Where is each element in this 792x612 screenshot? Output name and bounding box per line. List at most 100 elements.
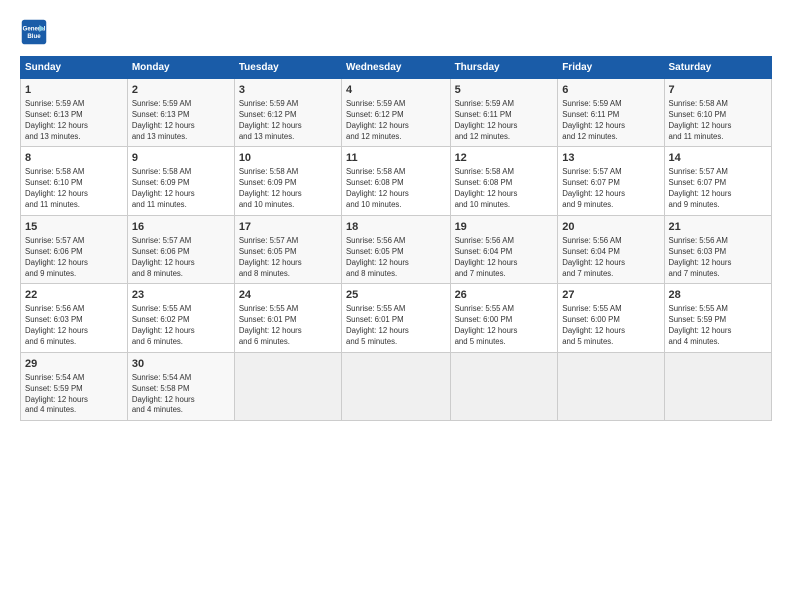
- calendar-cell: 17Sunrise: 5:57 AM Sunset: 6:05 PM Dayli…: [234, 215, 341, 283]
- calendar-cell: 7Sunrise: 5:58 AM Sunset: 6:10 PM Daylig…: [664, 79, 771, 147]
- day-number: 3: [239, 83, 337, 98]
- calendar-cell: 29Sunrise: 5:54 AM Sunset: 5:59 PM Dayli…: [21, 352, 128, 420]
- day-info: Sunrise: 5:55 AM Sunset: 6:01 PM Dayligh…: [239, 304, 337, 348]
- day-number: 14: [669, 151, 767, 166]
- logo-icon: General Blue: [20, 18, 48, 46]
- calendar-cell: 26Sunrise: 5:55 AM Sunset: 6:00 PM Dayli…: [450, 284, 558, 352]
- day-info: Sunrise: 5:59 AM Sunset: 6:11 PM Dayligh…: [455, 99, 554, 143]
- day-number: 13: [562, 151, 659, 166]
- day-info: Sunrise: 5:59 AM Sunset: 6:13 PM Dayligh…: [25, 99, 123, 143]
- day-number: 6: [562, 83, 659, 98]
- day-info: Sunrise: 5:57 AM Sunset: 6:06 PM Dayligh…: [25, 236, 123, 280]
- day-info: Sunrise: 5:59 AM Sunset: 6:12 PM Dayligh…: [239, 99, 337, 143]
- calendar-cell: 14Sunrise: 5:57 AM Sunset: 6:07 PM Dayli…: [664, 147, 771, 215]
- day-number: 19: [455, 220, 554, 235]
- calendar-cell: [558, 352, 664, 420]
- weekday-header-saturday: Saturday: [664, 57, 771, 79]
- weekday-header-tuesday: Tuesday: [234, 57, 341, 79]
- day-info: Sunrise: 5:59 AM Sunset: 6:12 PM Dayligh…: [346, 99, 446, 143]
- calendar-cell: 19Sunrise: 5:56 AM Sunset: 6:04 PM Dayli…: [450, 215, 558, 283]
- day-info: Sunrise: 5:56 AM Sunset: 6:03 PM Dayligh…: [669, 236, 767, 280]
- calendar-cell: 28Sunrise: 5:55 AM Sunset: 5:59 PM Dayli…: [664, 284, 771, 352]
- calendar-cell: 11Sunrise: 5:58 AM Sunset: 6:08 PM Dayli…: [341, 147, 450, 215]
- day-info: Sunrise: 5:59 AM Sunset: 6:13 PM Dayligh…: [132, 99, 230, 143]
- day-number: 18: [346, 220, 446, 235]
- day-number: 8: [25, 151, 123, 166]
- day-info: Sunrise: 5:58 AM Sunset: 6:09 PM Dayligh…: [239, 167, 337, 211]
- weekday-header-row: SundayMondayTuesdayWednesdayThursdayFrid…: [21, 57, 772, 79]
- calendar-cell: 20Sunrise: 5:56 AM Sunset: 6:04 PM Dayli…: [558, 215, 664, 283]
- day-info: Sunrise: 5:56 AM Sunset: 6:04 PM Dayligh…: [562, 236, 659, 280]
- day-info: Sunrise: 5:54 AM Sunset: 5:59 PM Dayligh…: [25, 373, 123, 417]
- calendar-cell: 30Sunrise: 5:54 AM Sunset: 5:58 PM Dayli…: [127, 352, 234, 420]
- calendar-cell: 3Sunrise: 5:59 AM Sunset: 6:12 PM Daylig…: [234, 79, 341, 147]
- calendar-cell: 21Sunrise: 5:56 AM Sunset: 6:03 PM Dayli…: [664, 215, 771, 283]
- day-number: 28: [669, 288, 767, 303]
- calendar-cell: 25Sunrise: 5:55 AM Sunset: 6:01 PM Dayli…: [341, 284, 450, 352]
- day-info: Sunrise: 5:59 AM Sunset: 6:11 PM Dayligh…: [562, 99, 659, 143]
- svg-text:Blue: Blue: [27, 33, 41, 40]
- calendar-week-row: 8Sunrise: 5:58 AM Sunset: 6:10 PM Daylig…: [21, 147, 772, 215]
- day-number: 27: [562, 288, 659, 303]
- header: General Blue: [20, 18, 772, 46]
- day-info: Sunrise: 5:58 AM Sunset: 6:10 PM Dayligh…: [669, 99, 767, 143]
- day-number: 20: [562, 220, 659, 235]
- calendar-cell: [450, 352, 558, 420]
- weekday-header-friday: Friday: [558, 57, 664, 79]
- day-number: 22: [25, 288, 123, 303]
- day-number: 9: [132, 151, 230, 166]
- calendar-cell: 16Sunrise: 5:57 AM Sunset: 6:06 PM Dayli…: [127, 215, 234, 283]
- day-info: Sunrise: 5:58 AM Sunset: 6:10 PM Dayligh…: [25, 167, 123, 211]
- calendar-cell: 18Sunrise: 5:56 AM Sunset: 6:05 PM Dayli…: [341, 215, 450, 283]
- calendar-cell: 10Sunrise: 5:58 AM Sunset: 6:09 PM Dayli…: [234, 147, 341, 215]
- calendar-cell: 27Sunrise: 5:55 AM Sunset: 6:00 PM Dayli…: [558, 284, 664, 352]
- calendar-cell: 22Sunrise: 5:56 AM Sunset: 6:03 PM Dayli…: [21, 284, 128, 352]
- day-number: 15: [25, 220, 123, 235]
- day-info: Sunrise: 5:55 AM Sunset: 6:00 PM Dayligh…: [562, 304, 659, 348]
- day-info: Sunrise: 5:56 AM Sunset: 6:03 PM Dayligh…: [25, 304, 123, 348]
- calendar-cell: 13Sunrise: 5:57 AM Sunset: 6:07 PM Dayli…: [558, 147, 664, 215]
- day-info: Sunrise: 5:57 AM Sunset: 6:07 PM Dayligh…: [562, 167, 659, 211]
- page: General Blue SundayMondayTuesdayWednesda…: [0, 0, 792, 612]
- day-info: Sunrise: 5:55 AM Sunset: 6:01 PM Dayligh…: [346, 304, 446, 348]
- day-info: Sunrise: 5:58 AM Sunset: 6:08 PM Dayligh…: [346, 167, 446, 211]
- weekday-header-thursday: Thursday: [450, 57, 558, 79]
- day-number: 10: [239, 151, 337, 166]
- calendar-week-row: 22Sunrise: 5:56 AM Sunset: 6:03 PM Dayli…: [21, 284, 772, 352]
- day-number: 2: [132, 83, 230, 98]
- day-number: 24: [239, 288, 337, 303]
- day-info: Sunrise: 5:56 AM Sunset: 6:05 PM Dayligh…: [346, 236, 446, 280]
- calendar-cell: 8Sunrise: 5:58 AM Sunset: 6:10 PM Daylig…: [21, 147, 128, 215]
- calendar-cell: [341, 352, 450, 420]
- day-number: 5: [455, 83, 554, 98]
- calendar-cell: 24Sunrise: 5:55 AM Sunset: 6:01 PM Dayli…: [234, 284, 341, 352]
- calendar-cell: 23Sunrise: 5:55 AM Sunset: 6:02 PM Dayli…: [127, 284, 234, 352]
- calendar-cell: 5Sunrise: 5:59 AM Sunset: 6:11 PM Daylig…: [450, 79, 558, 147]
- day-number: 17: [239, 220, 337, 235]
- day-number: 12: [455, 151, 554, 166]
- weekday-header-sunday: Sunday: [21, 57, 128, 79]
- day-number: 29: [25, 357, 123, 372]
- day-number: 4: [346, 83, 446, 98]
- calendar-week-row: 1Sunrise: 5:59 AM Sunset: 6:13 PM Daylig…: [21, 79, 772, 147]
- day-info: Sunrise: 5:57 AM Sunset: 6:06 PM Dayligh…: [132, 236, 230, 280]
- day-info: Sunrise: 5:57 AM Sunset: 6:07 PM Dayligh…: [669, 167, 767, 211]
- calendar-cell: 12Sunrise: 5:58 AM Sunset: 6:08 PM Dayli…: [450, 147, 558, 215]
- calendar-cell: 6Sunrise: 5:59 AM Sunset: 6:11 PM Daylig…: [558, 79, 664, 147]
- day-number: 26: [455, 288, 554, 303]
- day-number: 23: [132, 288, 230, 303]
- day-info: Sunrise: 5:57 AM Sunset: 6:05 PM Dayligh…: [239, 236, 337, 280]
- calendar-cell: 15Sunrise: 5:57 AM Sunset: 6:06 PM Dayli…: [21, 215, 128, 283]
- calendar-week-row: 29Sunrise: 5:54 AM Sunset: 5:59 PM Dayli…: [21, 352, 772, 420]
- day-number: 21: [669, 220, 767, 235]
- weekday-header-wednesday: Wednesday: [341, 57, 450, 79]
- weekday-header-monday: Monday: [127, 57, 234, 79]
- day-info: Sunrise: 5:54 AM Sunset: 5:58 PM Dayligh…: [132, 373, 230, 417]
- day-number: 25: [346, 288, 446, 303]
- day-info: Sunrise: 5:58 AM Sunset: 6:09 PM Dayligh…: [132, 167, 230, 211]
- day-number: 11: [346, 151, 446, 166]
- calendar-cell: 4Sunrise: 5:59 AM Sunset: 6:12 PM Daylig…: [341, 79, 450, 147]
- day-info: Sunrise: 5:56 AM Sunset: 6:04 PM Dayligh…: [455, 236, 554, 280]
- day-number: 1: [25, 83, 123, 98]
- logo: General Blue: [20, 18, 52, 46]
